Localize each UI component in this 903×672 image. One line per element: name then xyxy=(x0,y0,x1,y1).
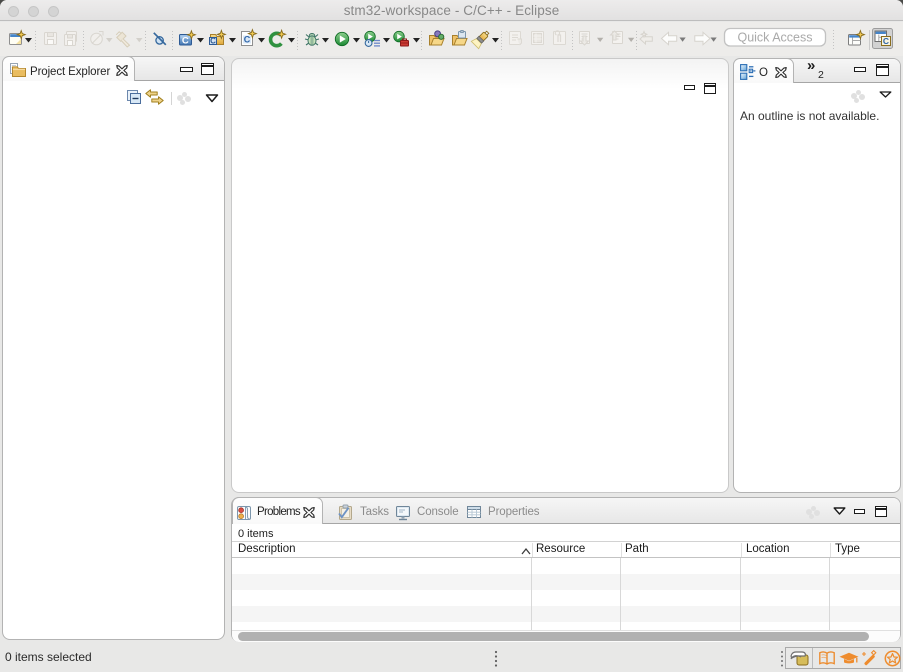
svg-text:Quick Access: Quick Access xyxy=(737,31,812,45)
svg-text:C: C xyxy=(244,35,251,45)
svg-text:C: C xyxy=(182,36,189,47)
svg-text:C: C xyxy=(883,36,889,46)
svg-text:C: C xyxy=(210,37,216,46)
